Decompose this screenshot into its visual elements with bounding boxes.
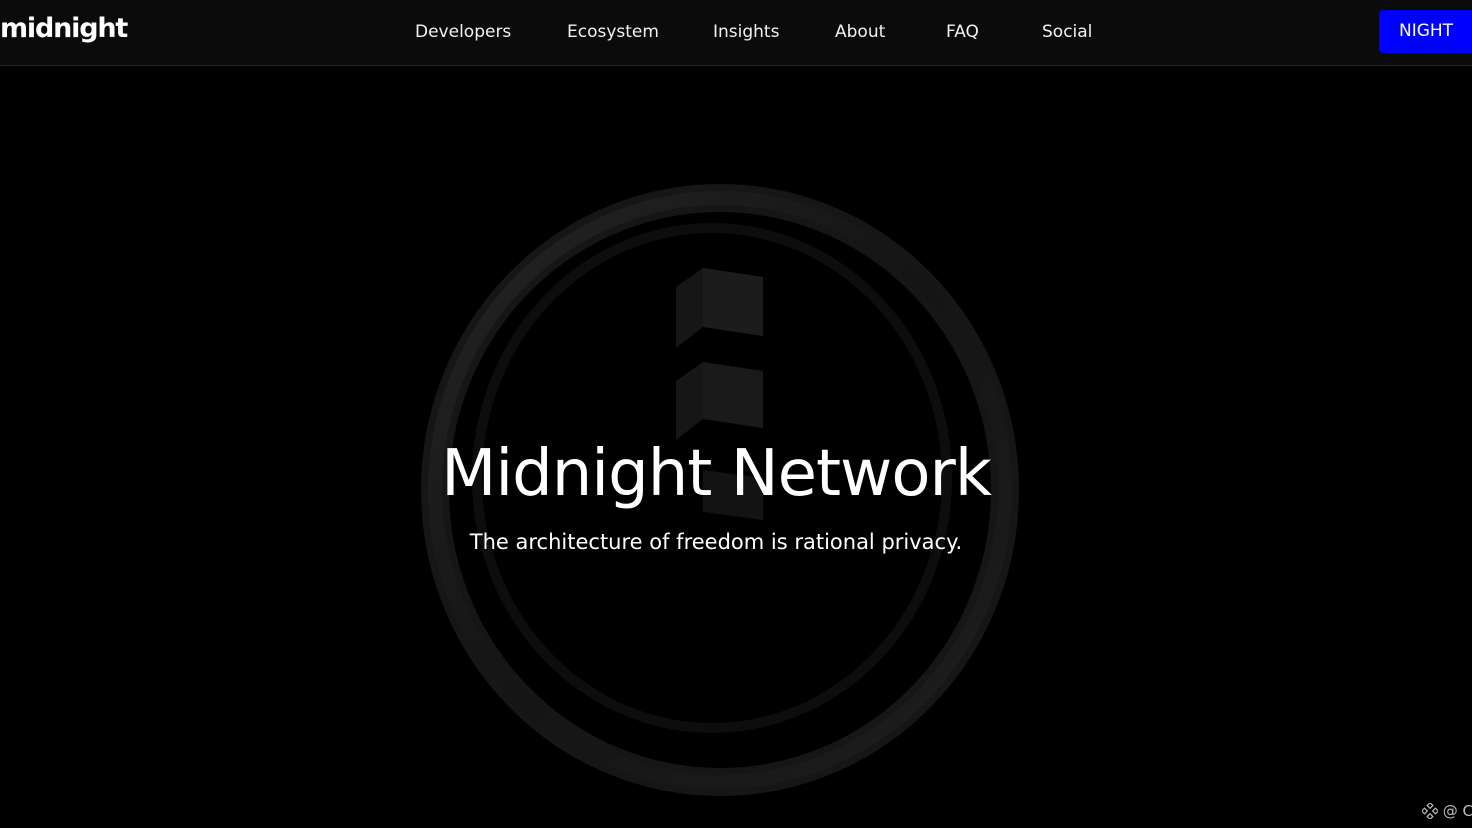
diamond-grid-icon bbox=[1422, 801, 1440, 821]
corner-widget[interactable]: @ C bbox=[1422, 800, 1472, 822]
hero-title: Midnight Network bbox=[441, 437, 992, 511]
nav-social[interactable]: Social bbox=[1042, 20, 1092, 44]
nav-ecosystem[interactable]: Ecosystem bbox=[567, 20, 659, 44]
nav-faq[interactable]: FAQ bbox=[946, 20, 979, 44]
page: midnight Developers Ecosystem Insights A… bbox=[0, 0, 1472, 828]
main-nav: Developers Ecosystem Insights About FAQ … bbox=[0, 0, 1472, 66]
nav-about[interactable]: About bbox=[835, 20, 885, 44]
nav-developers[interactable]: Developers bbox=[415, 20, 511, 44]
night-token-button[interactable]: NIGHT bbox=[1379, 10, 1472, 53]
corner-widget-text: @ C bbox=[1442, 802, 1472, 820]
nav-insights[interactable]: Insights bbox=[713, 20, 779, 44]
hero-subtitle: The architecture of freedom is rational … bbox=[469, 530, 963, 554]
top-navigation-bar: midnight Developers Ecosystem Insights A… bbox=[0, 0, 1472, 66]
